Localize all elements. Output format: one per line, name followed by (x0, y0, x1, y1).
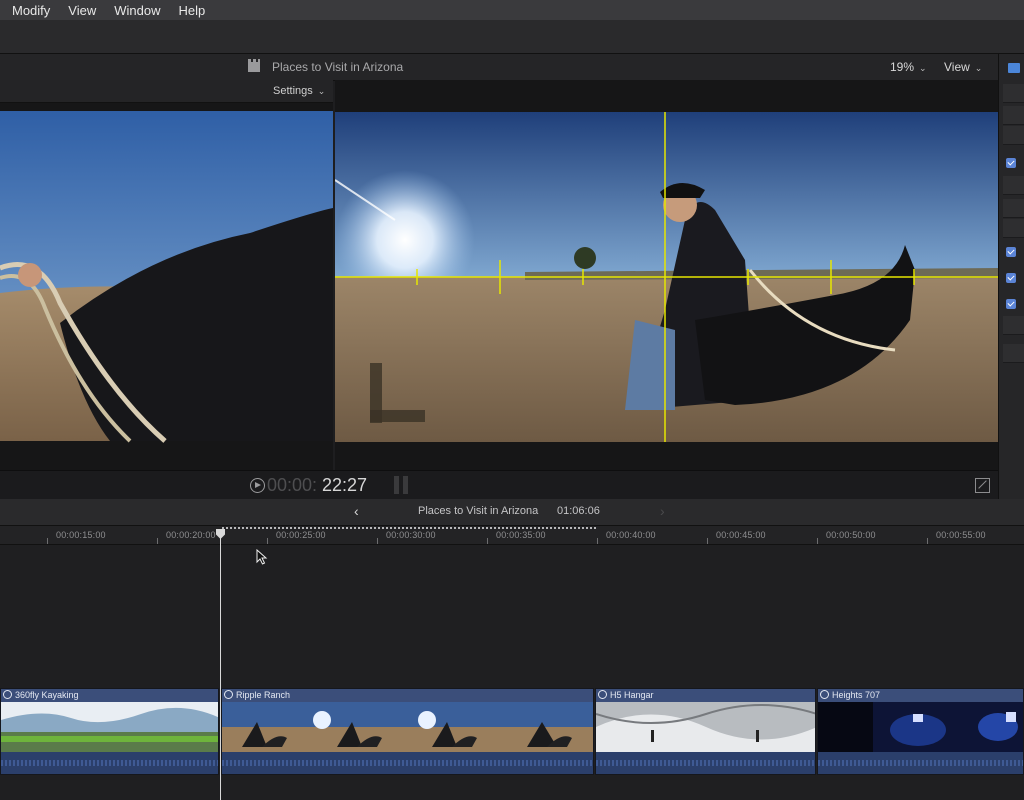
360-icon (3, 690, 12, 699)
timecode-dim: 00:00: (267, 475, 318, 495)
view-label: View (944, 60, 970, 74)
fullscreen-icon[interactable] (975, 478, 990, 493)
timeline-header: ‹ Places to Visit in Arizona 01:06:06 › (0, 499, 1024, 526)
clip-360fly-kayaking[interactable]: 360fly Kayaking (0, 688, 219, 775)
cursor-arrow-icon (256, 549, 268, 565)
checkbox[interactable] (1006, 273, 1016, 283)
360-icon (224, 690, 233, 699)
inspector-row[interactable] (1003, 219, 1024, 238)
ruler-tick (47, 538, 48, 544)
checkbox[interactable] (1006, 247, 1016, 257)
clip-name: H5 Hangar (610, 690, 654, 700)
zoom-value: 19% (890, 60, 915, 74)
inspector-panel (998, 54, 1024, 500)
ruler-label: 00:00:30:00 (386, 530, 436, 540)
clip-thumbnails (818, 702, 1023, 752)
ruler-label: 00:00:50:00 (826, 530, 876, 540)
main-viewer[interactable] (335, 80, 998, 470)
settings-bar: Settings ⌄ (0, 80, 333, 103)
chevron-down-icon: ⌄ (974, 63, 983, 73)
clip-thumbnails (222, 702, 593, 752)
ruler-tick (597, 538, 598, 544)
clip-ripple-ranch[interactable]: Ripple Ranch (221, 688, 594, 775)
ruler-label: 00:00:20:00 (166, 530, 216, 540)
ruler-tick (377, 538, 378, 544)
360-icon (598, 690, 607, 699)
timeline-duration: 01:06:06 (557, 505, 600, 517)
clip-heights-707[interactable]: Heights 707 (817, 688, 1024, 775)
settings-label: Settings (273, 85, 313, 97)
menu-window[interactable]: Window (114, 3, 160, 18)
ruler-tick (157, 538, 158, 544)
menu-view[interactable]: View (68, 3, 96, 18)
clip-label: Ripple Ranch (222, 689, 593, 702)
audio-waveform (1, 752, 218, 774)
selection-range (222, 527, 598, 529)
ruler-label: 00:00:40:00 (606, 530, 656, 540)
360-viewer-frame (0, 111, 333, 443)
timecode-bar (0, 470, 998, 499)
menu-help[interactable]: Help (179, 3, 206, 18)
inspector-row[interactable] (1003, 126, 1024, 145)
ruler-label: 00:00:25:00 (276, 530, 326, 540)
checkbox[interactable] (1006, 299, 1016, 309)
ruler-tick (927, 538, 928, 544)
ruler-tick (267, 538, 268, 544)
play-icon[interactable] (250, 478, 265, 493)
clip-name: 360fly Kayaking (15, 690, 79, 700)
clip-label: 360fly Kayaking (1, 689, 218, 702)
playhead[interactable] (220, 529, 221, 800)
inspector-row[interactable] (1003, 316, 1024, 335)
chevron-left-icon[interactable]: ‹ (354, 503, 359, 519)
audio-waveform (818, 752, 1023, 774)
ruler-label: 00:00:15:00 (56, 530, 106, 540)
ruler-tick (707, 538, 708, 544)
checkbox[interactable] (1006, 158, 1016, 168)
inspector-row[interactable] (1003, 199, 1024, 218)
settings-menu[interactable]: Settings ⌄ (273, 85, 325, 97)
viewer-project-title: Places to Visit in Arizona (272, 60, 404, 74)
chevron-down-icon: ⌄ (919, 63, 927, 73)
clip-thumbnails (1, 702, 218, 752)
clip-thumbnails (596, 702, 815, 752)
zoom-menu[interactable]: 19% ⌄ (890, 60, 927, 74)
clapperboard-icon (248, 59, 260, 72)
toolbar (0, 20, 1024, 54)
360-icon (820, 690, 829, 699)
audio-waveform (222, 752, 593, 774)
ruler-label: 00:00:55:00 (936, 530, 986, 540)
clip-h5-hangar[interactable]: H5 Hangar (595, 688, 816, 775)
ruler-label: 00:00:45:00 (716, 530, 766, 540)
inspector-row[interactable] (1003, 176, 1024, 195)
ruler-label: 00:00:35:00 (496, 530, 546, 540)
viewer-title: Places to Visit in Arizona (248, 59, 404, 74)
timeline-project-title: Places to Visit in Arizona (418, 505, 539, 517)
clip-label: H5 Hangar (596, 689, 815, 702)
inspector-row[interactable] (1003, 106, 1024, 125)
clip-label: Heights 707 (818, 689, 1023, 702)
ruler-tick (817, 538, 818, 544)
clip-name: Heights 707 (832, 690, 881, 700)
chevron-right-icon[interactable]: › (660, 503, 665, 519)
360-viewer[interactable] (0, 103, 333, 470)
main-viewer-frame (335, 112, 998, 442)
inspector-row[interactable] (1003, 344, 1024, 363)
menu-modify[interactable]: Modify (12, 3, 50, 18)
menu-bar: Modify View Window Help (0, 0, 1024, 20)
viewer-header: Places to Visit in Arizona 19% ⌄ View ⌄ (0, 54, 998, 81)
audio-meter-icon (394, 476, 412, 494)
timecode[interactable]: 22:27 (322, 475, 367, 496)
film-icon[interactable] (1008, 63, 1020, 73)
clip-name: Ripple Ranch (236, 690, 291, 700)
audio-waveform (596, 752, 815, 774)
view-menu[interactable]: View ⌄ (944, 60, 982, 74)
chevron-down-icon: ⌄ (317, 86, 326, 96)
inspector-row[interactable] (1003, 84, 1024, 103)
ruler-tick (487, 538, 488, 544)
